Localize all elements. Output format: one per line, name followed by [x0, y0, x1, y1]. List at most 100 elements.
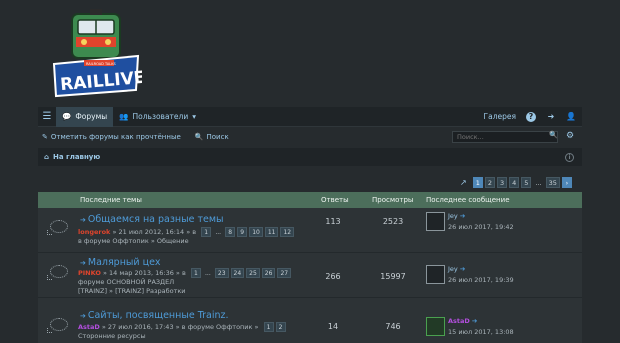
topic-author[interactable]: PINKO	[78, 269, 101, 277]
last-post-date: 15 июл 2017, 13:08	[448, 328, 514, 336]
pagination: ↗ 1 2 3 4 5 ... 35 ›	[460, 177, 572, 188]
table-row: ➔ Общаемся на разные темы longerok » 21 и…	[38, 208, 582, 253]
last-post-user[interactable]: Jey	[448, 265, 458, 273]
menu-icon[interactable]: ☰	[38, 107, 56, 127]
topic-title[interactable]: ➔ Сайты, посвященные Trainz.	[80, 310, 229, 321]
topic-date: » 14 мар 2013, 16:36 » в	[102, 269, 186, 277]
page-button[interactable]: 4	[509, 177, 520, 188]
header-topics: Последние темы	[80, 196, 142, 204]
topic-date: » 21 июл 2012, 16:14 » в	[112, 228, 197, 236]
last-post-date: 26 июл 2017, 19:42	[448, 223, 514, 231]
login-icon[interactable]: ➜	[546, 112, 556, 122]
topic-author[interactable]: AstaD	[78, 323, 100, 331]
search-link-label: Поиск	[206, 133, 229, 141]
search-input[interactable]	[452, 131, 558, 143]
topic-meta: AstaD » 27 июл 2016, 17:43 » в форуме Оф…	[78, 322, 286, 341]
page-button[interactable]: 1	[263, 322, 274, 332]
header-replies: Ответы	[321, 196, 349, 204]
page-ellipsis: ...	[535, 178, 542, 187]
chevron-down-icon: ▾	[192, 112, 196, 121]
last-post-user[interactable]: Jey	[448, 212, 458, 220]
home-icon: ⌂	[44, 153, 50, 161]
goto-post-icon[interactable]: ➔	[472, 317, 477, 325]
page-button[interactable]: 27	[277, 268, 292, 278]
avatar[interactable]	[426, 265, 445, 284]
page-button[interactable]: 3	[496, 177, 508, 188]
replies-count: 14	[327, 322, 339, 331]
page-button[interactable]: 23	[214, 268, 229, 278]
topic-forum-sub[interactable]: [TRAINZ] » [TRAINZ] Разработки	[78, 287, 186, 295]
page-button[interactable]: 10	[249, 227, 263, 237]
table-row: ➔ Сайты, посвященные Trainz. AstaD » 27 и…	[38, 298, 582, 343]
topic-title[interactable]: ➔ Общаемся на разные темы	[80, 214, 224, 225]
header-last: Последнее сообщение	[426, 196, 510, 204]
tab-users-label: Пользователи	[132, 112, 189, 121]
svg-text:RAILROAD TALKS: RAILROAD TALKS	[86, 62, 116, 66]
next-page-button[interactable]: ›	[561, 177, 572, 188]
search-icon: 🔍	[194, 133, 204, 141]
arrow-icon: ➔	[80, 216, 86, 224]
avatar[interactable]	[426, 212, 445, 231]
topic-icon	[47, 265, 68, 280]
page-button[interactable]: 2	[484, 177, 495, 188]
breadcrumb-home[interactable]: На главную	[53, 153, 100, 161]
page-button[interactable]: 5	[521, 177, 532, 188]
info-icon[interactable]: i	[565, 152, 574, 162]
help-icon[interactable]: ?	[526, 111, 536, 122]
main-navbar: ☰ 💬 Форумы 👥 Пользователи ▾ Галерея ? ➜ …	[38, 106, 582, 127]
mark-read-link[interactable]: ✎ Отметить форумы как прочтённые	[38, 133, 181, 141]
page-button[interactable]: 12	[280, 227, 295, 237]
check-icon: ✎	[42, 133, 48, 141]
page-button[interactable]: 1	[201, 227, 212, 237]
tab-forums[interactable]: 💬 Форумы	[56, 106, 114, 127]
replies-count: 113	[325, 217, 341, 226]
last-post: Jey ➔ 26 июл 2017, 19:42	[448, 211, 514, 233]
goto-post-icon[interactable]: ➔	[460, 265, 465, 273]
topic-author[interactable]: longerok	[78, 228, 110, 236]
search-submit-icon[interactable]: 🔍	[549, 131, 558, 139]
topic-date: » 27 июл 2016, 17:43 » в форуме Оффтопик…	[101, 323, 259, 331]
tab-users[interactable]: 👥 Пользователи ▾	[113, 107, 202, 127]
topic-icon	[47, 220, 68, 235]
page-button[interactable]: 35	[545, 177, 560, 188]
page-button[interactable]: 1	[472, 177, 483, 188]
page-button[interactable]: 26	[261, 268, 276, 278]
views-count: 15997	[380, 272, 406, 281]
register-icon[interactable]: 👤	[566, 112, 576, 122]
avatar[interactable]	[426, 317, 445, 336]
replies-count: 266	[325, 272, 341, 281]
last-post: Jey ➔ 26 июл 2017, 19:39	[448, 264, 514, 286]
gear-icon[interactable]: ⚙	[566, 131, 574, 141]
page-button[interactable]: 2	[275, 322, 286, 332]
breadcrumb: ⌂ На главную i	[38, 148, 582, 166]
page-button[interactable]: 24	[230, 268, 245, 278]
goto-post-icon[interactable]: ➔	[460, 212, 465, 220]
last-post-user[interactable]: AstaD	[448, 317, 470, 325]
topics-table: Последние темы Ответы Просмотры Последне…	[38, 192, 582, 343]
page-button[interactable]: 9	[237, 227, 248, 237]
site-logo[interactable]: RAILLIVE RAILROAD TALKS	[50, 6, 146, 102]
last-post-date: 26 июл 2017, 19:39	[448, 276, 514, 284]
last-post: AstaD ➔ 15 июл 2017, 13:08	[448, 316, 514, 338]
topic-forum[interactable]: в форуме Оффтопик » Общение	[78, 237, 189, 245]
external-link-icon[interactable]: ↗	[460, 178, 467, 187]
header-views: Просмотры	[372, 196, 414, 204]
views-count: 746	[385, 322, 401, 331]
page-button[interactable]: 8	[225, 227, 236, 237]
tab-forums-label: Форумы	[75, 112, 108, 121]
page-button[interactable]: 25	[246, 268, 260, 278]
gallery-link[interactable]: Галерея	[484, 112, 516, 121]
topic-forum[interactable]: Сторонние ресурсы	[78, 332, 146, 340]
page-ellipsis: ...	[205, 269, 211, 277]
topic-pages: 1 ... 23 24 25 26 27	[190, 268, 292, 278]
mark-read-label: Отметить форумы как прочтённые	[50, 133, 181, 141]
page-button[interactable]: 1	[190, 268, 201, 278]
topic-title[interactable]: ➔ Малярный цех	[80, 257, 161, 268]
topic-pages: 1 2	[263, 322, 286, 332]
topic-forum[interactable]: форуме ОСНОВНОЙ РАЗДЕЛ	[78, 278, 174, 286]
topic-meta: PINKO » 14 мар 2013, 16:36 » в 1 ... 23 …	[78, 268, 292, 296]
search-link[interactable]: 🔍 Поиск	[191, 133, 229, 141]
topic-meta: longerok » 21 июл 2012, 16:14 » в 1 ... …	[78, 227, 295, 246]
page-button[interactable]: 11	[264, 227, 279, 237]
arrow-icon: ➔	[80, 312, 86, 320]
